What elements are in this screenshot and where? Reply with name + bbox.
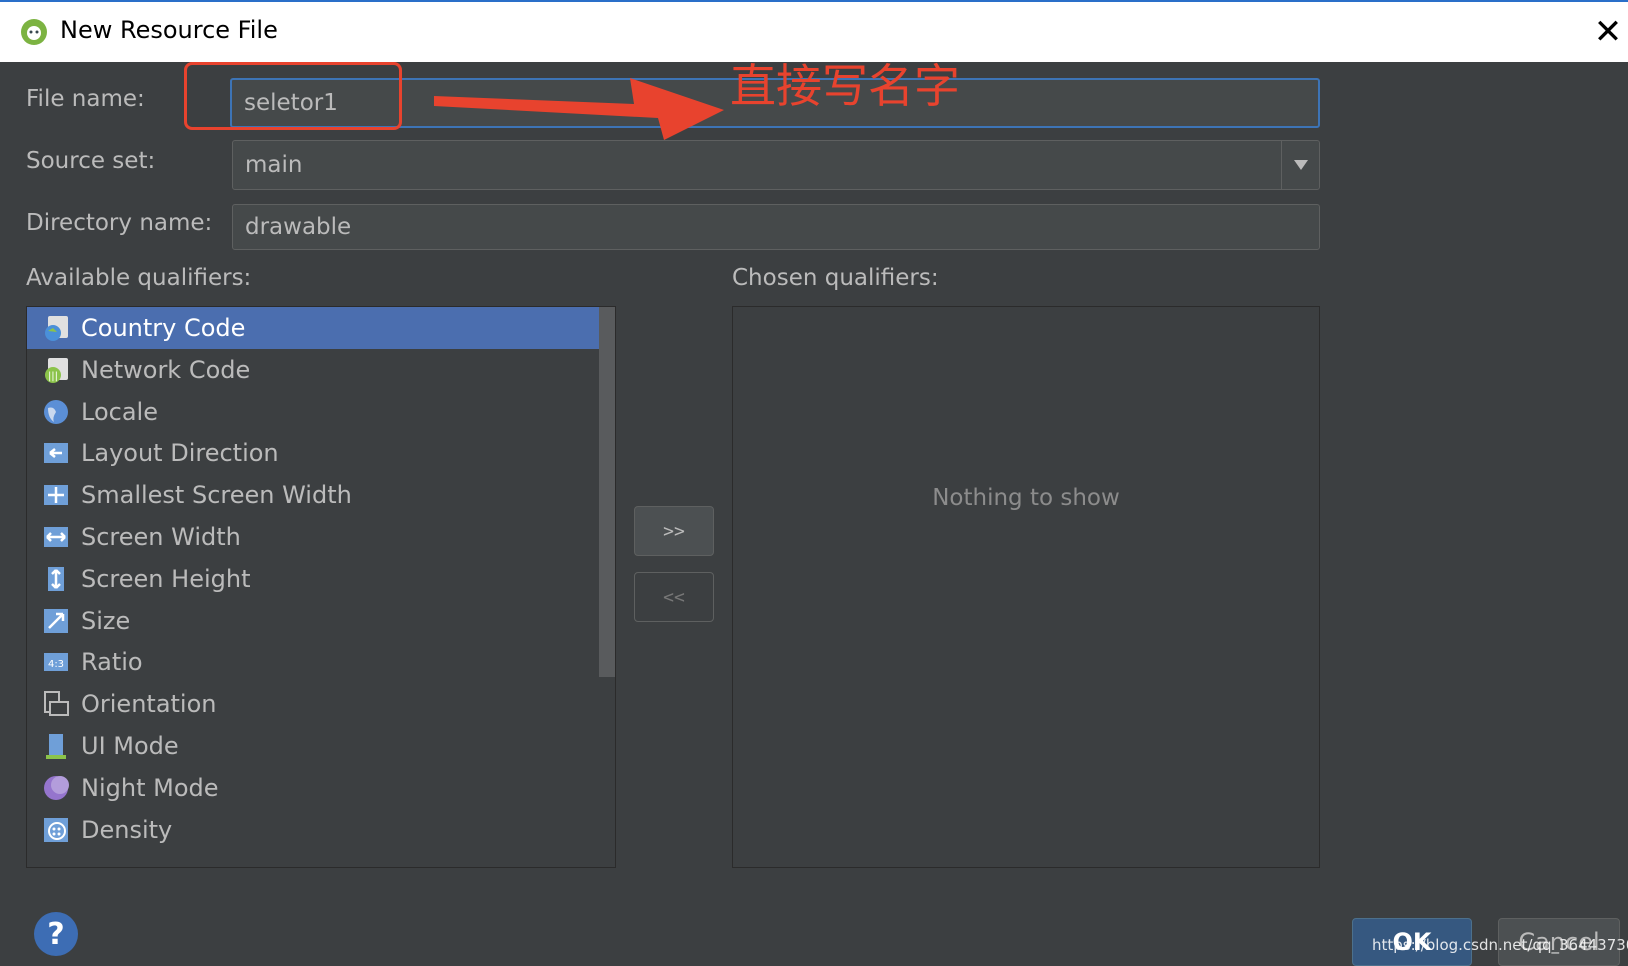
screen-width-icon (41, 522, 71, 552)
qualifier-label: Density (81, 815, 173, 844)
network-code-icon: ||| (41, 355, 71, 385)
qualifier-item[interactable]: Density (27, 809, 599, 851)
file-name-label: File name: (26, 86, 145, 112)
qualifier-label: Layout Direction (81, 439, 279, 468)
list-scrollbar[interactable] (599, 307, 615, 677)
qualifier-label: Night Mode (81, 773, 219, 802)
directory-name-value: drawable (245, 214, 352, 240)
qualifier-item[interactable]: Layout Direction (27, 432, 599, 474)
help-button[interactable]: ? (34, 912, 78, 956)
source-set-label: Source set: (26, 148, 156, 174)
qualifier-label: Smallest Screen Width (81, 481, 352, 510)
qualifier-label: UI Mode (81, 732, 179, 760)
qualifier-label: Orientation (81, 690, 217, 719)
add-qualifier-button[interactable]: >> (634, 506, 714, 556)
screen-height-icon (41, 564, 71, 594)
chevron-down-icon[interactable] (1281, 141, 1319, 189)
qualifier-item[interactable]: 4:3 Ratio (27, 641, 599, 683)
qualifier-item[interactable]: UI Mode (27, 725, 599, 767)
directory-name-label: Directory name: (26, 210, 213, 236)
available-qualifiers-label: Available qualifiers: (26, 265, 252, 291)
qualifier-label: Ratio (81, 648, 143, 677)
qualifier-item[interactable]: Locale (27, 391, 599, 433)
watermark-text: https://blog.csdn.net/qq_36443730 (1372, 936, 1628, 954)
annotation-text: 直接写名字 (730, 59, 960, 113)
svg-text:4:3: 4:3 (48, 659, 64, 670)
chosen-qualifiers-label: Chosen qualifiers: (732, 265, 939, 291)
ratio-icon: 4:3 (41, 647, 71, 677)
orientation-icon (41, 689, 71, 719)
qualifier-item[interactable]: Smallest Screen Width (27, 474, 599, 516)
qualifier-item[interactable]: Night Mode (27, 767, 599, 809)
annotation-arrow-icon (434, 78, 724, 140)
source-set-value: main (245, 152, 303, 178)
window-title: New Resource File (60, 16, 278, 44)
qualifier-item[interactable]: Size (27, 600, 599, 642)
layout-direction-icon (41, 438, 71, 468)
qualifier-label: Size (81, 606, 131, 635)
annotation-highlight-box (184, 62, 402, 130)
chosen-qualifiers-list[interactable]: Nothing to show (732, 306, 1320, 868)
qualifier-item[interactable]: Country Code (27, 307, 599, 349)
qualifier-item[interactable]: ||| Network Code (27, 349, 599, 391)
new-resource-file-dialog: New Resource File ✕ File name: seletor1 … (0, 0, 1628, 966)
globe-icon (41, 397, 71, 427)
qualifier-label: Screen Height (81, 564, 251, 593)
smallest-screen-width-icon (41, 480, 71, 510)
svg-text:|||: ||| (48, 371, 58, 382)
ui-mode-icon (41, 731, 71, 761)
available-qualifiers-list[interactable]: Country Code ||| Network Code Locale Layout … (26, 306, 616, 868)
qualifier-label: Country Code (81, 314, 246, 342)
empty-state-text: Nothing to show (932, 485, 1120, 511)
close-icon[interactable]: ✕ (1588, 12, 1628, 52)
qualifier-item[interactable]: Screen Width (27, 516, 599, 558)
qualifier-label: Network Code (81, 355, 251, 384)
android-studio-logo-icon (21, 19, 47, 45)
density-icon (41, 815, 71, 845)
qualifier-item[interactable]: Orientation (27, 683, 599, 725)
qualifier-label: Locale (81, 397, 158, 426)
source-set-dropdown[interactable]: main (232, 140, 1320, 190)
directory-name-input[interactable]: drawable (232, 204, 1320, 250)
night-mode-icon (41, 773, 71, 803)
country-code-icon (41, 313, 71, 343)
qualifier-item[interactable]: Screen Height (27, 558, 599, 600)
size-icon (41, 606, 71, 636)
qualifier-label: Screen Width (81, 523, 241, 551)
remove-qualifier-button[interactable]: << (634, 572, 714, 622)
